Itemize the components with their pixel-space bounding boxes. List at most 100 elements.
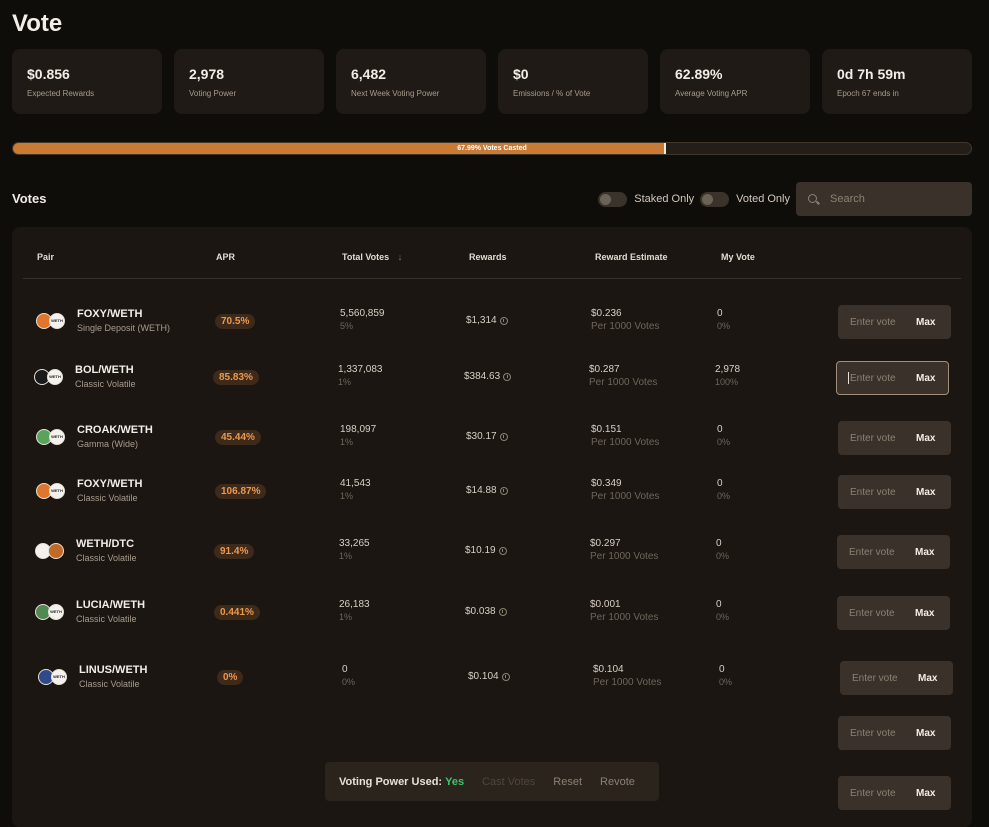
voted-only-label: Voted Only [736, 193, 790, 205]
info-icon[interactable] [498, 607, 507, 616]
my-vote-percent: 0% [717, 437, 731, 447]
my-vote-percent: 0% [716, 612, 730, 622]
total-votes: 0 [342, 664, 348, 675]
max-button[interactable]: Max [916, 788, 935, 799]
header-total-votes[interactable]: Total Votes ↓ [342, 252, 402, 262]
toggle-knob [600, 193, 612, 205]
max-button[interactable]: Max [915, 608, 934, 619]
pool-type: Classic Volatile [77, 493, 138, 503]
header-reward-estimate[interactable]: Reward Estimate [595, 252, 668, 262]
token-b-icon: WETH [51, 669, 67, 685]
token-b-icon: WETH [47, 369, 63, 385]
vote-amount-input[interactable] [850, 486, 914, 498]
info-icon[interactable] [499, 316, 508, 325]
total-votes-percent: 1% [338, 377, 352, 387]
max-button[interactable]: Max [916, 373, 935, 384]
my-vote: 0 [717, 478, 723, 489]
token-b-icon: WETH [48, 604, 64, 620]
rewards-value: $384.63 [464, 371, 501, 382]
rewards: $30.17 [466, 431, 508, 442]
cast-votes-button[interactable]: Cast Votes [482, 776, 535, 788]
apr-badge: 0.441% [214, 605, 260, 620]
token-b-icon: WETH [49, 483, 65, 499]
staked-only-toggle[interactable] [598, 191, 628, 207]
pair-name: FOXY/WETH [77, 308, 143, 320]
max-button[interactable]: Max [915, 547, 934, 558]
stat-label: Expected Rewards [27, 89, 95, 98]
voted-only-toggle[interactable] [700, 191, 730, 207]
reward-estimate: $0.104 [593, 664, 624, 675]
revote-button[interactable]: Revote [600, 776, 635, 788]
rewards-value: $0.104 [468, 671, 499, 682]
voting-power-bar: Voting Power Used: Yes Cast Votes Reset … [325, 762, 659, 801]
header-pair[interactable]: Pair [37, 252, 54, 262]
vote-amount-input[interactable] [849, 546, 913, 558]
vote-amount-input[interactable] [852, 672, 916, 684]
rewards: $0.104 [468, 671, 510, 682]
max-button[interactable]: Max [916, 487, 935, 498]
stat-emissions: $0 Emissions / % of Vote [498, 49, 648, 114]
reward-estimate: $0.001 [590, 599, 621, 610]
info-icon[interactable] [499, 432, 508, 441]
header-my-vote[interactable]: My Vote [721, 252, 755, 262]
header-apr[interactable]: APR [216, 252, 235, 262]
rewards-value: $1,314 [466, 315, 497, 326]
rewards-value: $10.19 [465, 545, 496, 556]
stats-bar: $0.856 Expected Rewards 2,978 Voting Power… [12, 49, 972, 114]
total-votes: 26,183 [339, 599, 370, 610]
rewards-value: $14.88 [466, 485, 497, 496]
vote-input-box: Max [838, 305, 951, 339]
votes-casted-progress-bar: 67.99% Votes Casted [12, 142, 972, 155]
table-row: WETH/DTC Classic Volatile 91.4% 33,265 1% $10… [12, 532, 972, 572]
stat-value: 6,482 [351, 66, 387, 82]
info-icon[interactable] [498, 546, 507, 555]
max-button[interactable]: Max [918, 673, 937, 684]
vote-input-box: Max [838, 716, 951, 750]
apr-badge: 91.4% [214, 544, 255, 559]
stat-value: $0 [513, 66, 529, 82]
pair-name: BOL/WETH [75, 364, 134, 376]
voting-power-used-value: Yes [445, 775, 465, 788]
reset-button[interactable]: Reset [553, 776, 582, 788]
vote-amount-input[interactable] [850, 372, 914, 384]
header-rewards[interactable]: Rewards [469, 252, 507, 262]
rewards: $1,314 [466, 315, 508, 326]
max-button[interactable]: Max [916, 728, 935, 739]
my-vote: 0 [717, 308, 723, 319]
table-row: WETH FOXY/WETH Classic Volatile 106.87% 41,5… [12, 472, 972, 512]
total-votes-percent: 1% [339, 612, 353, 622]
vote-amount-input[interactable] [850, 316, 914, 328]
pair-token-icons: WETH [34, 369, 66, 387]
pool-type: Single Deposit (WETH) [77, 323, 171, 333]
table-row: WETH BOL/WETH Classic Volatile 85.83% 1,337,… [12, 358, 972, 398]
search-input[interactable] [830, 193, 950, 205]
table-row: WETH LUCIA/WETH Classic Volatile 0.441% 26,1… [12, 593, 972, 633]
vote-amount-input[interactable] [849, 607, 913, 619]
reward-estimate-unit: Per 1000 Votes [593, 677, 662, 688]
pair-name: CROAK/WETH [77, 424, 153, 436]
info-icon[interactable] [499, 486, 508, 495]
total-votes-percent: 1% [340, 437, 354, 447]
table-header: Pair APR Total Votes ↓ Rewards Reward Es… [23, 247, 961, 279]
stat-voting-power: 2,978 Voting Power [174, 49, 324, 114]
reward-estimate: $0.349 [591, 478, 622, 489]
table-row: WETH FOXY/WETH Single Deposit (WETH) 70.5% 5… [12, 302, 972, 342]
staked-only-label: Staked Only [634, 193, 695, 205]
vote-input-box: Max [836, 361, 949, 395]
vote-input-box: Max [837, 535, 950, 569]
pool-type: Gamma (Wide) [77, 439, 139, 449]
pair-token-icons: WETH [36, 429, 68, 447]
info-icon[interactable] [501, 672, 510, 681]
apr-badge: 0% [217, 670, 244, 685]
search-box [796, 182, 972, 216]
vote-amount-input[interactable] [850, 787, 914, 799]
max-button[interactable]: Max [916, 317, 935, 328]
vote-amount-input[interactable] [850, 727, 914, 739]
info-icon[interactable] [503, 372, 512, 381]
max-button[interactable]: Max [916, 433, 935, 444]
total-votes-percent: 5% [340, 321, 354, 331]
vote-amount-input[interactable] [850, 432, 914, 444]
vote-input-box: Max [840, 661, 953, 695]
table-row: WETH CROAK/WETH Gamma (Wide) 45.44% 198,097 1… [12, 418, 972, 458]
stat-value: $0.856 [27, 66, 70, 82]
